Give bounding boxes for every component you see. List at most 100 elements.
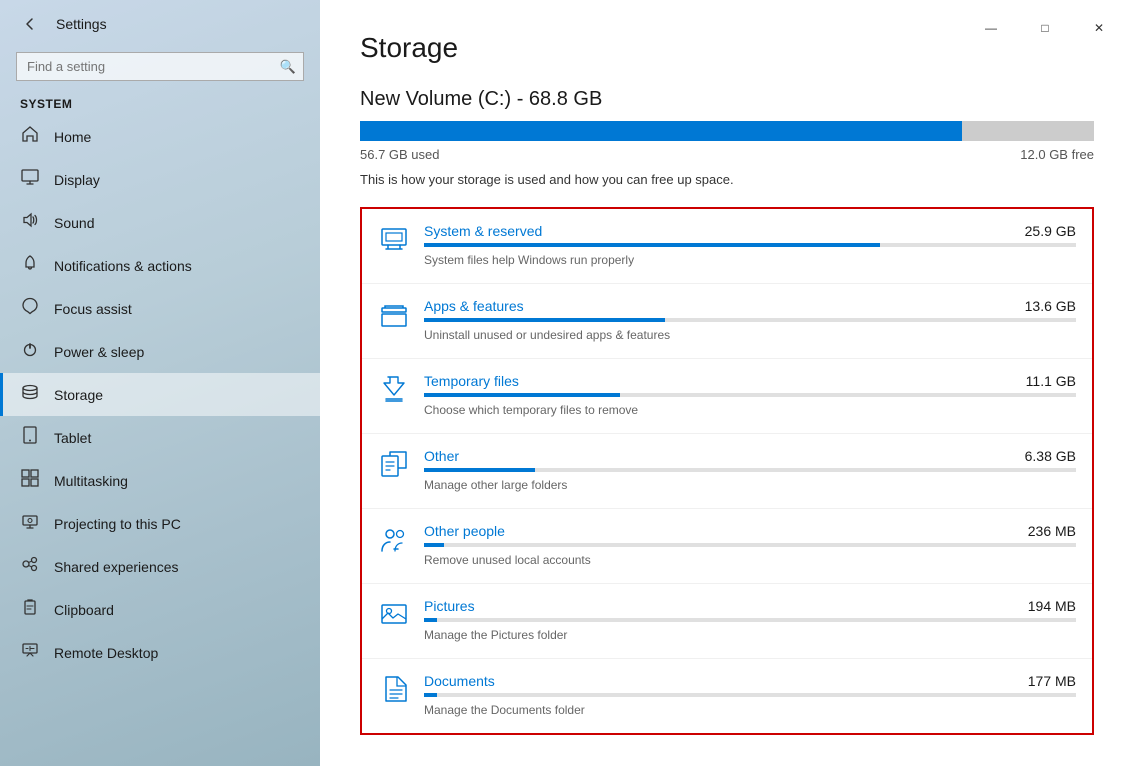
- sidebar-item-storage[interactable]: Storage: [0, 373, 320, 416]
- remote-label: Remote Desktop: [54, 645, 158, 661]
- documents-size: 177 MB: [1028, 673, 1076, 689]
- section-label: System: [0, 89, 320, 115]
- system-size: 25.9 GB: [1025, 223, 1076, 239]
- other-people-bar-fill: [424, 543, 444, 547]
- documents-desc: Manage the Documents folder: [424, 703, 585, 717]
- storage-item-temp[interactable]: Temporary files 11.1 GB Choose which tem…: [362, 359, 1092, 434]
- temp-size: 11.1 GB: [1026, 373, 1076, 389]
- sidebar-item-multitasking[interactable]: Multitasking: [0, 459, 320, 502]
- main-content: — □ ✕ Storage New Volume (C:) - 68.8 GB …: [320, 0, 1134, 766]
- storage-icon: [20, 383, 40, 406]
- sidebar-item-sound[interactable]: Sound: [0, 201, 320, 244]
- documents-header: Documents 177 MB: [424, 673, 1076, 689]
- storage-item-other[interactable]: Other 6.38 GB Manage other large folders: [362, 434, 1092, 509]
- window-controls: — □ ✕: [968, 12, 1122, 44]
- pictures-name: Pictures: [424, 598, 475, 614]
- storage-item-other-people[interactable]: Other people 236 MB Remove unused local …: [362, 509, 1092, 584]
- back-button[interactable]: [16, 10, 44, 38]
- pictures-header: Pictures 194 MB: [424, 598, 1076, 614]
- apps-desc: Uninstall unused or undesired apps & fea…: [424, 328, 670, 342]
- multitasking-icon: [20, 469, 40, 492]
- other-bar-fill: [424, 468, 535, 472]
- other-people-size: 236 MB: [1028, 523, 1076, 539]
- temp-icon: [378, 375, 410, 403]
- storage-item-system[interactable]: System & reserved 25.9 GB System files h…: [362, 209, 1092, 284]
- storage-label: Storage: [54, 387, 103, 403]
- apps-icon: [378, 300, 410, 328]
- free-label: 12.0 GB free: [1020, 147, 1094, 162]
- sidebar-item-projecting[interactable]: Projecting to this PC: [0, 502, 320, 545]
- pictures-bar-fill: [424, 618, 437, 622]
- power-label: Power & sleep: [54, 344, 144, 360]
- focus-label: Focus assist: [54, 301, 132, 317]
- other-size: 6.38 GB: [1025, 448, 1076, 464]
- storage-item-apps[interactable]: Apps & features 13.6 GB Uninstall unused…: [362, 284, 1092, 359]
- sidebar-item-power[interactable]: Power & sleep: [0, 330, 320, 373]
- display-label: Display: [54, 172, 100, 188]
- system-desc: System files help Windows run properly: [424, 253, 634, 267]
- other-name: Other: [424, 448, 459, 464]
- system-name: System & reserved: [424, 223, 542, 239]
- storage-item-documents[interactable]: Documents 177 MB Manage the Documents fo…: [362, 659, 1092, 733]
- tablet-icon: [20, 426, 40, 449]
- used-label: 56.7 GB used: [360, 147, 440, 162]
- remote-icon: [20, 641, 40, 664]
- sound-icon: [20, 211, 40, 234]
- pictures-size: 194 MB: [1028, 598, 1076, 614]
- documents-content: Documents 177 MB Manage the Documents fo…: [424, 673, 1076, 719]
- shared-label: Shared experiences: [54, 559, 179, 575]
- documents-bar: [424, 693, 1076, 697]
- sidebar-item-display[interactable]: Display: [0, 158, 320, 201]
- pictures-bar: [424, 618, 1076, 622]
- apps-name: Apps & features: [424, 298, 524, 314]
- other-bar: [424, 468, 1076, 472]
- storage-description: This is how your storage is used and how…: [360, 172, 1094, 187]
- focus-icon: [20, 297, 40, 320]
- storage-items-container: System & reserved 25.9 GB System files h…: [360, 207, 1094, 735]
- other-desc: Manage other large folders: [424, 478, 567, 492]
- documents-bar-fill: [424, 693, 437, 697]
- storage-item-maps[interactable]: Maps 106 MB Delete offline maps to recla…: [360, 751, 1094, 766]
- pictures-desc: Manage the Pictures folder: [424, 628, 567, 642]
- pictures-content: Pictures 194 MB Manage the Pictures fold…: [424, 598, 1076, 644]
- other-content: Other 6.38 GB Manage other large folders: [424, 448, 1076, 494]
- titlebar: Settings: [0, 0, 320, 48]
- minimize-button[interactable]: —: [968, 12, 1014, 44]
- apps-bar: [424, 318, 1076, 322]
- other-icon: [378, 450, 410, 478]
- sidebar-item-clipboard[interactable]: Clipboard: [0, 588, 320, 631]
- notifications-label: Notifications & actions: [54, 258, 192, 274]
- sidebar-item-notifications[interactable]: Notifications & actions: [0, 244, 320, 287]
- sidebar-item-tablet[interactable]: Tablet: [0, 416, 320, 459]
- tablet-label: Tablet: [54, 430, 91, 446]
- pictures-icon: [378, 600, 410, 628]
- close-button[interactable]: ✕: [1076, 12, 1122, 44]
- other-people-bar: [424, 543, 1076, 547]
- sidebar-item-focus[interactable]: Focus assist: [0, 287, 320, 330]
- storage-bar-used: [360, 121, 962, 141]
- system-bar: [424, 243, 1076, 247]
- sidebar-item-shared[interactable]: Shared experiences: [0, 545, 320, 588]
- apps-header: Apps & features 13.6 GB: [424, 298, 1076, 314]
- search-input[interactable]: [16, 52, 304, 81]
- app-title: Settings: [56, 16, 107, 32]
- apps-bar-fill: [424, 318, 665, 322]
- apps-size: 13.6 GB: [1025, 298, 1076, 314]
- temp-bar: [424, 393, 1076, 397]
- system-bar-fill: [424, 243, 880, 247]
- display-icon: [20, 168, 40, 191]
- temp-header: Temporary files 11.1 GB: [424, 373, 1076, 389]
- storage-item-pictures[interactable]: Pictures 194 MB Manage the Pictures fold…: [362, 584, 1092, 659]
- sidebar-item-remote[interactable]: Remote Desktop: [0, 631, 320, 674]
- projecting-icon: [20, 512, 40, 535]
- sidebar-item-home[interactable]: Home: [0, 115, 320, 158]
- other-people-content: Other people 236 MB Remove unused local …: [424, 523, 1076, 569]
- volume-title: New Volume (C:) - 68.8 GB: [360, 88, 1094, 111]
- storage-labels: 56.7 GB used 12.0 GB free: [360, 147, 1094, 162]
- home-label: Home: [54, 129, 91, 145]
- notifications-icon: [20, 254, 40, 277]
- clipboard-icon: [20, 598, 40, 621]
- maximize-button[interactable]: □: [1022, 12, 1068, 44]
- apps-content: Apps & features 13.6 GB Uninstall unused…: [424, 298, 1076, 344]
- projecting-label: Projecting to this PC: [54, 516, 181, 532]
